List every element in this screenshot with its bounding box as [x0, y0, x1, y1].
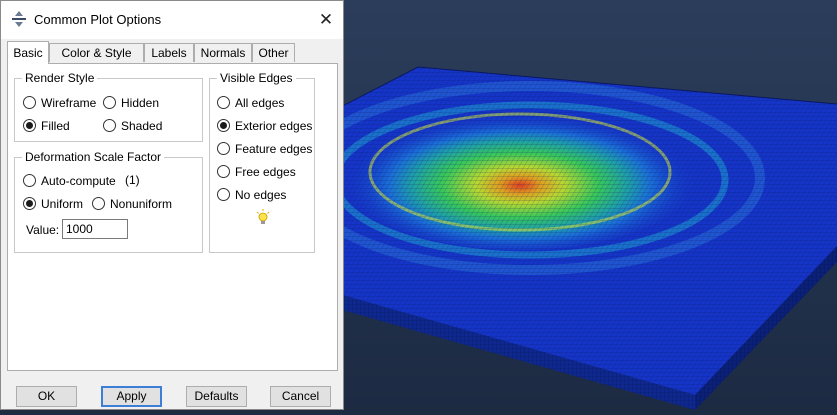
scale-value-input[interactable] — [62, 219, 128, 239]
filled-label: Filled — [41, 119, 70, 133]
abaqus-logo-icon — [12, 11, 26, 27]
shaded-label: Shaded — [121, 119, 163, 133]
hidden-radio-dot — [103, 96, 116, 109]
all-edges-radio-dot — [217, 96, 230, 109]
render-style-group: Render Style Wireframe Hidden Filled Sha… — [14, 71, 203, 142]
no-edges-radio-dot — [217, 188, 230, 201]
tab-color-style[interactable]: Color & Style — [49, 43, 144, 62]
nonuniform-label: Nonuniform — [110, 197, 173, 211]
free-edges-radio-dot — [217, 165, 230, 178]
ok-button[interactable]: OK — [16, 386, 77, 407]
visible-edges-group: Visible Edges All edges Exterior edges F… — [209, 71, 315, 253]
exterior-edges-label: Exterior edges — [235, 119, 313, 133]
feature-edges-radio-dot — [217, 142, 230, 155]
close-button[interactable]: ✕ — [313, 7, 339, 33]
auto-compute-value: (1) — [125, 173, 140, 187]
feature-edges-label: Feature edges — [235, 142, 313, 156]
common-plot-options-dialog: Common Plot Options ✕ Basic Color & Styl… — [0, 0, 344, 410]
lightbulb-icon[interactable] — [256, 209, 270, 225]
no-edges-label: No edges — [235, 188, 287, 202]
uniform-label: Uniform — [41, 197, 84, 211]
free-edges-label: Free edges — [235, 165, 296, 179]
apply-button[interactable]: Apply — [101, 386, 162, 407]
title-bar[interactable]: Common Plot Options ✕ — [1, 1, 343, 39]
all-edges-label: All edges — [235, 96, 285, 110]
tab-other[interactable]: Other — [252, 43, 295, 62]
exterior-edges-radio-dot — [217, 119, 230, 132]
tab-basic[interactable]: Basic — [7, 41, 49, 64]
cancel-button[interactable]: Cancel — [270, 386, 331, 407]
basic-tab-panel: Render Style Wireframe Hidden Filled Sha… — [7, 63, 338, 371]
visible-edges-title: Visible Edges — [217, 71, 296, 85]
filled-radio-dot — [23, 119, 36, 132]
tab-normals[interactable]: Normals — [194, 43, 252, 62]
defaults-button[interactable]: Defaults — [186, 386, 247, 407]
nonuniform-radio-dot — [92, 197, 105, 210]
hidden-label: Hidden — [121, 96, 160, 110]
close-icon: ✕ — [318, 10, 334, 29]
dialog-title: Common Plot Options — [34, 12, 162, 27]
uniform-radio-dot — [23, 197, 36, 210]
wireframe-label: Wireframe — [41, 96, 97, 110]
wireframe-radio-dot — [23, 96, 36, 109]
value-label: Value: — [26, 223, 60, 237]
auto-compute-radio-dot — [23, 174, 36, 187]
tab-labels[interactable]: Labels — [144, 43, 194, 62]
shaded-radio-dot — [103, 119, 116, 132]
deformation-scale-title: Deformation Scale Factor — [22, 150, 165, 164]
auto-compute-label: Auto-compute — [41, 174, 116, 188]
deformation-scale-group: Deformation Scale Factor Auto-compute (1… — [14, 150, 203, 253]
render-style-title: Render Style — [22, 71, 98, 85]
